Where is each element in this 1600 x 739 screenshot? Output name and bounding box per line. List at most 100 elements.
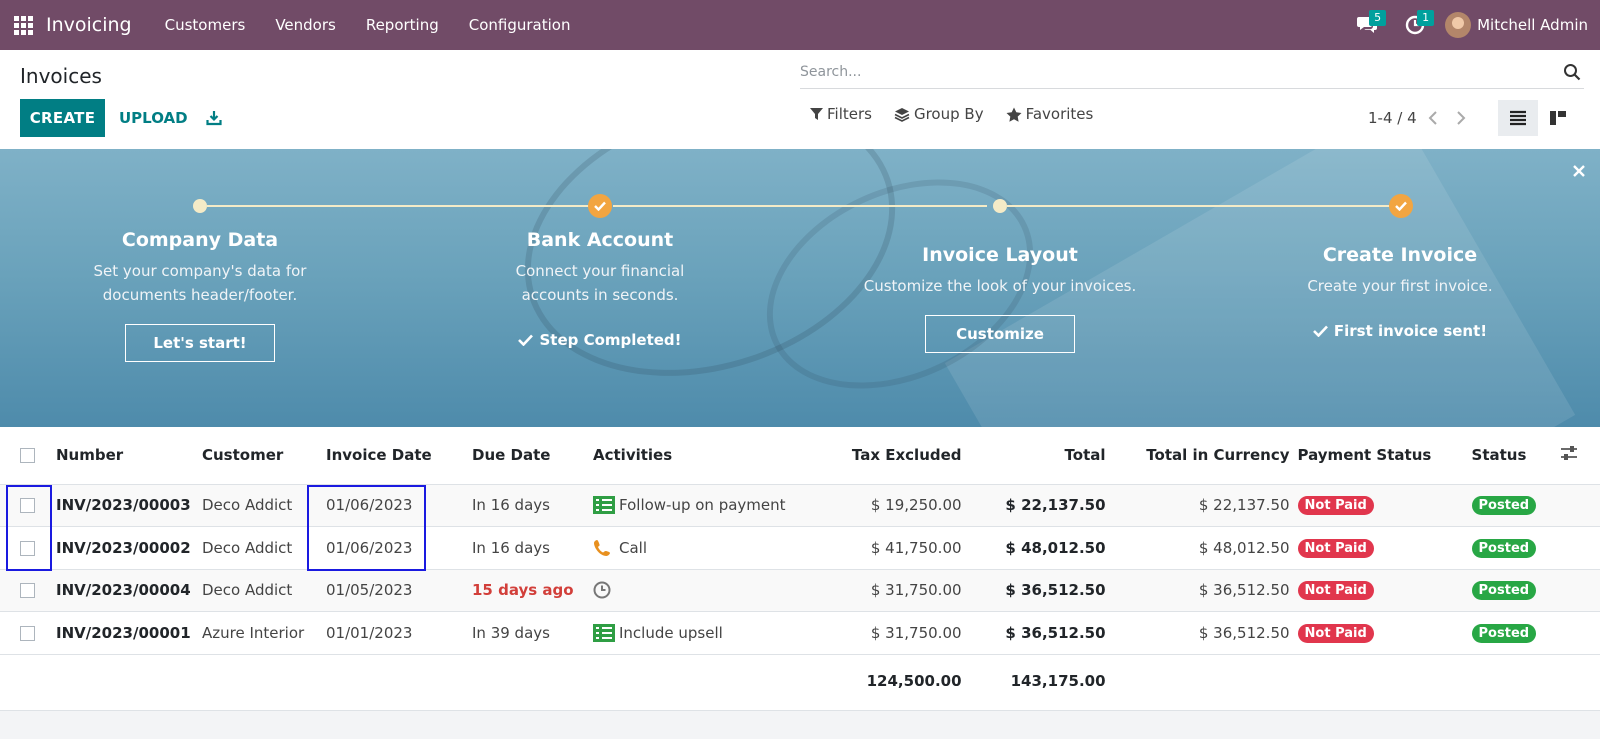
download-button[interactable] (200, 104, 228, 132)
tax-excluded: $ 31,750.00 (789, 569, 966, 612)
group-by-button[interactable]: Group By (894, 105, 984, 123)
search-input[interactable] (800, 56, 1560, 87)
activity-widget[interactable]: Call (593, 539, 786, 557)
status-badge: Posted (1471, 496, 1537, 516)
select-all-checkbox[interactable] (20, 448, 35, 464)
column-due-date[interactable]: Due Date (468, 427, 589, 485)
highlight-box (6, 485, 52, 571)
pager: 1-4 / 4 (1368, 107, 1473, 129)
close-icon (1573, 165, 1585, 177)
tax-excluded: $ 31,750.00 (789, 611, 966, 655)
top-navbar: Invoicing Customers Vendors Reporting Co… (0, 0, 1600, 50)
search-options: Filters Group By Favorites (810, 105, 1115, 123)
step-pending-marker (993, 199, 1007, 213)
total: $ 36,512.50 (965, 569, 1110, 612)
invoice-table: Number Customer Invoice Date Due Date Ac… (0, 427, 1600, 708)
column-payment-status[interactable]: Payment Status (1293, 427, 1468, 485)
tax-excluded: $ 41,750.00 (789, 526, 966, 570)
menu-configuration[interactable]: Configuration (454, 16, 586, 34)
favorites-button[interactable]: Favorites (1006, 105, 1093, 123)
messaging-menu[interactable]: 5 (1343, 0, 1391, 50)
apps-menu-icon[interactable] (0, 0, 46, 50)
progress-line (1007, 205, 1393, 207)
check-icon (1312, 325, 1328, 337)
step-done-marker (588, 194, 612, 218)
list-view-button[interactable] (1498, 100, 1538, 136)
pager-value[interactable]: 1-4 / 4 (1368, 109, 1417, 127)
optional-columns-icon[interactable] (1560, 445, 1578, 461)
table-row[interactable]: INV/2023/00002 Deco Addict 01/06/2023 In… (0, 526, 1600, 570)
invoice-customer: Deco Addict (198, 526, 322, 570)
invoice-date: 01/05/2023 (322, 569, 468, 612)
column-status[interactable]: Status (1467, 427, 1556, 485)
activity-widget[interactable] (593, 581, 786, 599)
menu-reporting[interactable]: Reporting (351, 16, 454, 34)
status-badge: Posted (1471, 538, 1537, 558)
check-icon (1395, 201, 1407, 211)
todo-icon (593, 496, 615, 515)
messages-count-badge: 5 (1369, 10, 1387, 26)
invoice-customer: Azure Interior (198, 611, 322, 655)
status-badge: Posted (1471, 623, 1537, 643)
invoice-due-date: In 16 days (468, 526, 589, 570)
user-menu[interactable]: Mitchell Admin (1439, 0, 1600, 50)
column-total-in-currency[interactable]: Total in Currency (1109, 427, 1294, 485)
chevron-left-icon (1428, 111, 1437, 125)
customize-button[interactable]: Customize (925, 315, 1075, 353)
menu-customers[interactable]: Customers (150, 16, 261, 34)
step-invoice-layout: Invoice Layout Customize the look of you… (840, 244, 1160, 353)
progress-line (613, 205, 987, 207)
invoice-due-date: In 39 days (468, 611, 589, 655)
column-number[interactable]: Number (52, 427, 198, 485)
avatar (1445, 12, 1472, 38)
filters-button[interactable]: Filters (810, 105, 872, 123)
column-activities[interactable]: Activities (589, 427, 790, 485)
row-checkbox[interactable] (20, 583, 35, 599)
activity-widget[interactable]: Follow-up on payment (593, 496, 786, 515)
step-title: Invoice Layout (922, 244, 1078, 266)
layers-icon (894, 107, 910, 122)
step-create-invoice: Create Invoice Create your first invoice… (1240, 244, 1560, 340)
upload-button[interactable]: UPLOAD (113, 99, 194, 137)
search-bar (800, 55, 1584, 89)
step-title: Bank Account (526, 229, 674, 251)
lets-start-button[interactable]: Let's start! (125, 324, 275, 362)
row-checkbox[interactable] (20, 625, 35, 641)
column-customer[interactable]: Customer (198, 427, 322, 485)
total-in-currency: $ 48,012.50 (1109, 526, 1294, 570)
payment-status-badge: Not Paid (1297, 623, 1374, 643)
table-row[interactable]: INV/2023/00001 Azure Interior 01/01/2023… (0, 611, 1600, 655)
check-icon (518, 334, 534, 346)
column-invoice-date[interactable]: Invoice Date (322, 427, 468, 485)
kanban-icon (1550, 111, 1566, 125)
search-icon[interactable] (1560, 60, 1584, 84)
view-switcher (1498, 100, 1578, 136)
list-icon (1510, 110, 1526, 126)
close-banner-button[interactable] (1567, 159, 1591, 183)
total-in-currency: $ 36,512.50 (1109, 569, 1294, 612)
app-name[interactable]: Invoicing (46, 14, 132, 36)
step-completed-label: Step Completed! (440, 331, 760, 349)
step-company-data: Company Data Set your company's data for… (40, 229, 360, 362)
star-icon (1006, 107, 1022, 122)
menu-vendors[interactable]: Vendors (260, 16, 351, 34)
create-button[interactable]: CREATE (20, 99, 105, 137)
column-total[interactable]: Total (965, 427, 1110, 485)
pager-next-button[interactable] (1449, 107, 1473, 129)
step-title: Create Invoice (1322, 244, 1478, 266)
chevron-right-icon (1456, 111, 1466, 125)
activity-widget[interactable]: Include upsell (593, 623, 786, 642)
step-title: Company Data (121, 229, 279, 251)
step-done-marker (1389, 194, 1413, 218)
activity-menu[interactable]: 1 (1391, 0, 1439, 50)
table-row[interactable]: INV/2023/00003 Deco Addict 01/06/2023 In… (0, 484, 1600, 527)
kanban-view-button[interactable] (1538, 100, 1578, 136)
totals-row: 124,500.00 143,175.00 (0, 654, 1600, 708)
pager-previous-button[interactable] (1421, 107, 1445, 129)
sum-total: 143,175.00 (965, 654, 1110, 708)
column-tax-excluded[interactable]: Tax Excluded (789, 427, 966, 485)
control-panel: Invoices CREATE UPLOAD Filters Group By … (0, 50, 1600, 149)
invoice-due-date: 15 days ago (468, 569, 589, 612)
table-row[interactable]: INV/2023/00004 Deco Addict 01/05/2023 15… (0, 569, 1600, 612)
step-completed-label: First invoice sent! (1240, 322, 1560, 340)
